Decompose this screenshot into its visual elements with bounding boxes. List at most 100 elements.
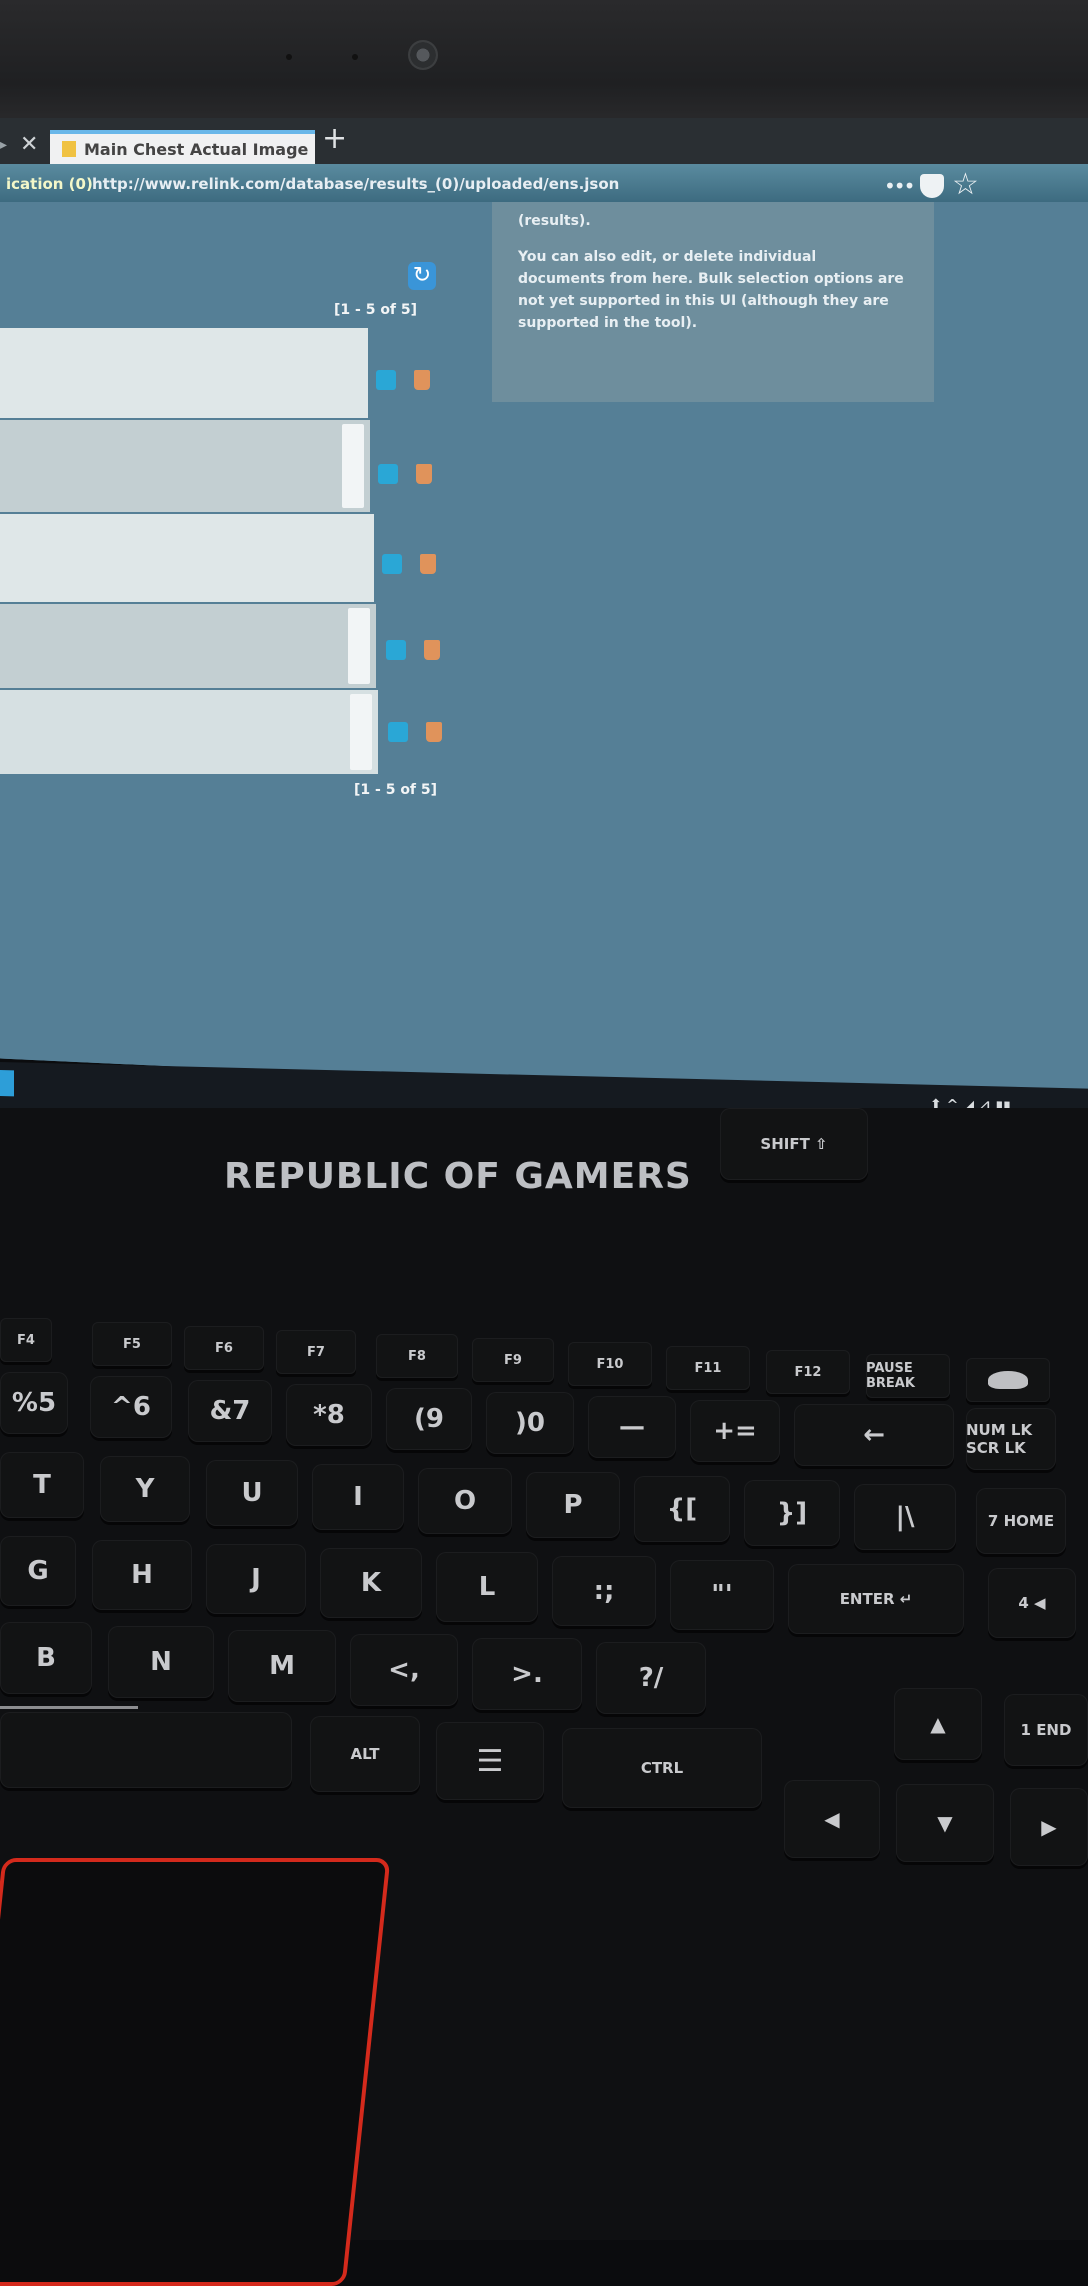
key-f5[interactable]: F5	[92, 1322, 172, 1366]
result-row[interactable]	[0, 328, 368, 418]
laptop-deck: REPUBLIC OF GAMERS F4 F5 F6 F7 F8 F9 F10…	[0, 1108, 1088, 2286]
key-9[interactable]: (9	[386, 1388, 472, 1450]
key-ctrl[interactable]: CTRL	[562, 1728, 762, 1808]
key-f9[interactable]: F9	[472, 1338, 554, 1382]
browser-tab-bar: ▸ ✕ Main Chest Actual Image ✕ +	[0, 118, 1088, 164]
delete-icon[interactable]	[420, 554, 436, 574]
edit-icon[interactable]	[378, 464, 398, 484]
connection-label[interactable]: ication (0)	[6, 175, 93, 193]
sensor-dot	[352, 54, 358, 60]
key-t[interactable]: T	[0, 1452, 84, 1518]
key-alt[interactable]: ALT	[310, 1716, 420, 1792]
key-u[interactable]: U	[206, 1460, 298, 1526]
url-field[interactable]: ication (0) http://www.relink.com/databa…	[0, 168, 979, 202]
key-o[interactable]: O	[418, 1468, 512, 1534]
key-l[interactable]: L	[436, 1552, 538, 1622]
key-f11[interactable]: F11	[666, 1346, 750, 1390]
key-numpad-4[interactable]: 4 ◀	[988, 1568, 1076, 1638]
key-8[interactable]: *8	[286, 1384, 372, 1446]
key-n[interactable]: N	[108, 1626, 214, 1698]
active-tab[interactable]: Main Chest Actual Image ✕	[50, 130, 315, 164]
key-f4[interactable]: F4	[0, 1318, 52, 1362]
key-f10[interactable]: F10	[568, 1342, 652, 1386]
sensor-dot	[286, 54, 292, 60]
key-f12[interactable]: F12	[766, 1350, 850, 1394]
delete-icon[interactable]	[414, 370, 430, 390]
bookmark-star-icon[interactable]: ☆	[952, 168, 979, 202]
row-scrollbar[interactable]	[342, 424, 364, 508]
edit-icon[interactable]	[382, 554, 402, 574]
url-text[interactable]: http://www.relink.com/database/results_(…	[92, 175, 619, 193]
result-row[interactable]	[0, 514, 374, 602]
key-b[interactable]: B	[0, 1622, 92, 1694]
result-row[interactable]	[0, 604, 376, 688]
prev-tab-close-icon[interactable]: ✕	[20, 134, 38, 156]
key-open-bracket[interactable]: {[	[634, 1476, 730, 1542]
key-arrow-up[interactable]: ▲	[894, 1688, 982, 1760]
edit-icon[interactable]	[376, 370, 396, 390]
webcam	[408, 40, 438, 70]
touchpad[interactable]	[0, 1858, 391, 2286]
result-row[interactable]	[0, 690, 378, 774]
key-comma[interactable]: <,	[350, 1634, 458, 1706]
refresh-icon[interactable]: ↻	[408, 262, 436, 290]
key-menu[interactable]: ☰	[436, 1722, 544, 1800]
row-scrollbar[interactable]	[348, 608, 370, 684]
key-equals[interactable]: +=	[690, 1400, 780, 1462]
key-0[interactable]: )0	[486, 1392, 574, 1454]
rog-logo-icon	[988, 1371, 1028, 1389]
key-j[interactable]: J	[206, 1544, 306, 1614]
key-semicolon[interactable]: :;	[552, 1556, 656, 1626]
key-5[interactable]: %5	[0, 1372, 68, 1434]
delete-icon[interactable]	[416, 464, 432, 484]
key-arrow-right[interactable]: ▶	[1010, 1788, 1088, 1866]
key-space[interactable]	[0, 1712, 292, 1788]
new-tab-button[interactable]: +	[322, 124, 347, 154]
document-icon	[62, 141, 76, 157]
key-arrow-left[interactable]: ◀	[784, 1780, 880, 1858]
tab-title: Main Chest Actual Image	[84, 139, 309, 159]
key-period[interactable]: >.	[472, 1638, 582, 1710]
key-quote[interactable]: "'	[670, 1560, 774, 1630]
edit-icon[interactable]	[386, 640, 406, 660]
result-count-bottom: [1 - 5 of 5]	[354, 782, 438, 798]
key-k[interactable]: K	[320, 1548, 422, 1618]
delete-icon[interactable]	[426, 722, 442, 742]
edit-icon[interactable]	[388, 722, 408, 742]
key-pause[interactable]: PAUSE BREAK	[866, 1354, 950, 1398]
key-backspace[interactable]: ←	[794, 1404, 954, 1466]
row-scrollbar[interactable]	[350, 694, 372, 770]
key-numlock[interactable]: NUM LK SCR LK	[966, 1408, 1056, 1470]
key-f8[interactable]: F8	[376, 1334, 458, 1378]
key-7[interactable]: &7	[188, 1380, 272, 1442]
taskbar-app-icon[interactable]	[0, 1070, 14, 1097]
delete-icon[interactable]	[424, 640, 440, 660]
result-row[interactable]	[0, 420, 370, 512]
address-bar: ication (0) http://www.relink.com/databa…	[0, 164, 1088, 202]
key-numpad-7[interactable]: 7 HOME	[976, 1488, 1066, 1554]
key-y[interactable]: Y	[100, 1456, 190, 1522]
brand-logo-text: REPUBLIC OF GAMERS	[224, 1156, 692, 1197]
key-p[interactable]: P	[526, 1472, 620, 1538]
key-6[interactable]: ^6	[90, 1376, 172, 1438]
key-f6[interactable]: F6	[184, 1326, 264, 1370]
key-close-bracket[interactable]: }]	[744, 1480, 840, 1546]
key-f7[interactable]: F7	[276, 1330, 356, 1374]
key-backslash[interactable]: |\	[854, 1484, 956, 1550]
key-enter[interactable]: ENTER ↵	[788, 1564, 964, 1634]
key-h[interactable]: H	[92, 1540, 192, 1610]
key-slash[interactable]: ?/	[596, 1642, 706, 1714]
key-numpad-1[interactable]: 1 END	[1004, 1694, 1088, 1766]
key-m[interactable]: M	[228, 1630, 336, 1702]
page-actions-icon[interactable]: •••	[884, 174, 915, 198]
key-i[interactable]: I	[312, 1464, 404, 1530]
laptop-bezel	[0, 0, 1088, 120]
shield-icon[interactable]	[920, 174, 944, 198]
tab-overflow-icon[interactable]: ▸	[0, 134, 7, 156]
key-g[interactable]: G	[0, 1536, 76, 1606]
info-card: (results). You can also edit, or delete …	[492, 202, 934, 402]
key-shift[interactable]: SHIFT ⇧	[720, 1108, 868, 1180]
key-arrow-down[interactable]: ▼	[896, 1784, 994, 1862]
key-minus[interactable]: —	[588, 1396, 676, 1458]
rog-key[interactable]	[966, 1358, 1050, 1402]
